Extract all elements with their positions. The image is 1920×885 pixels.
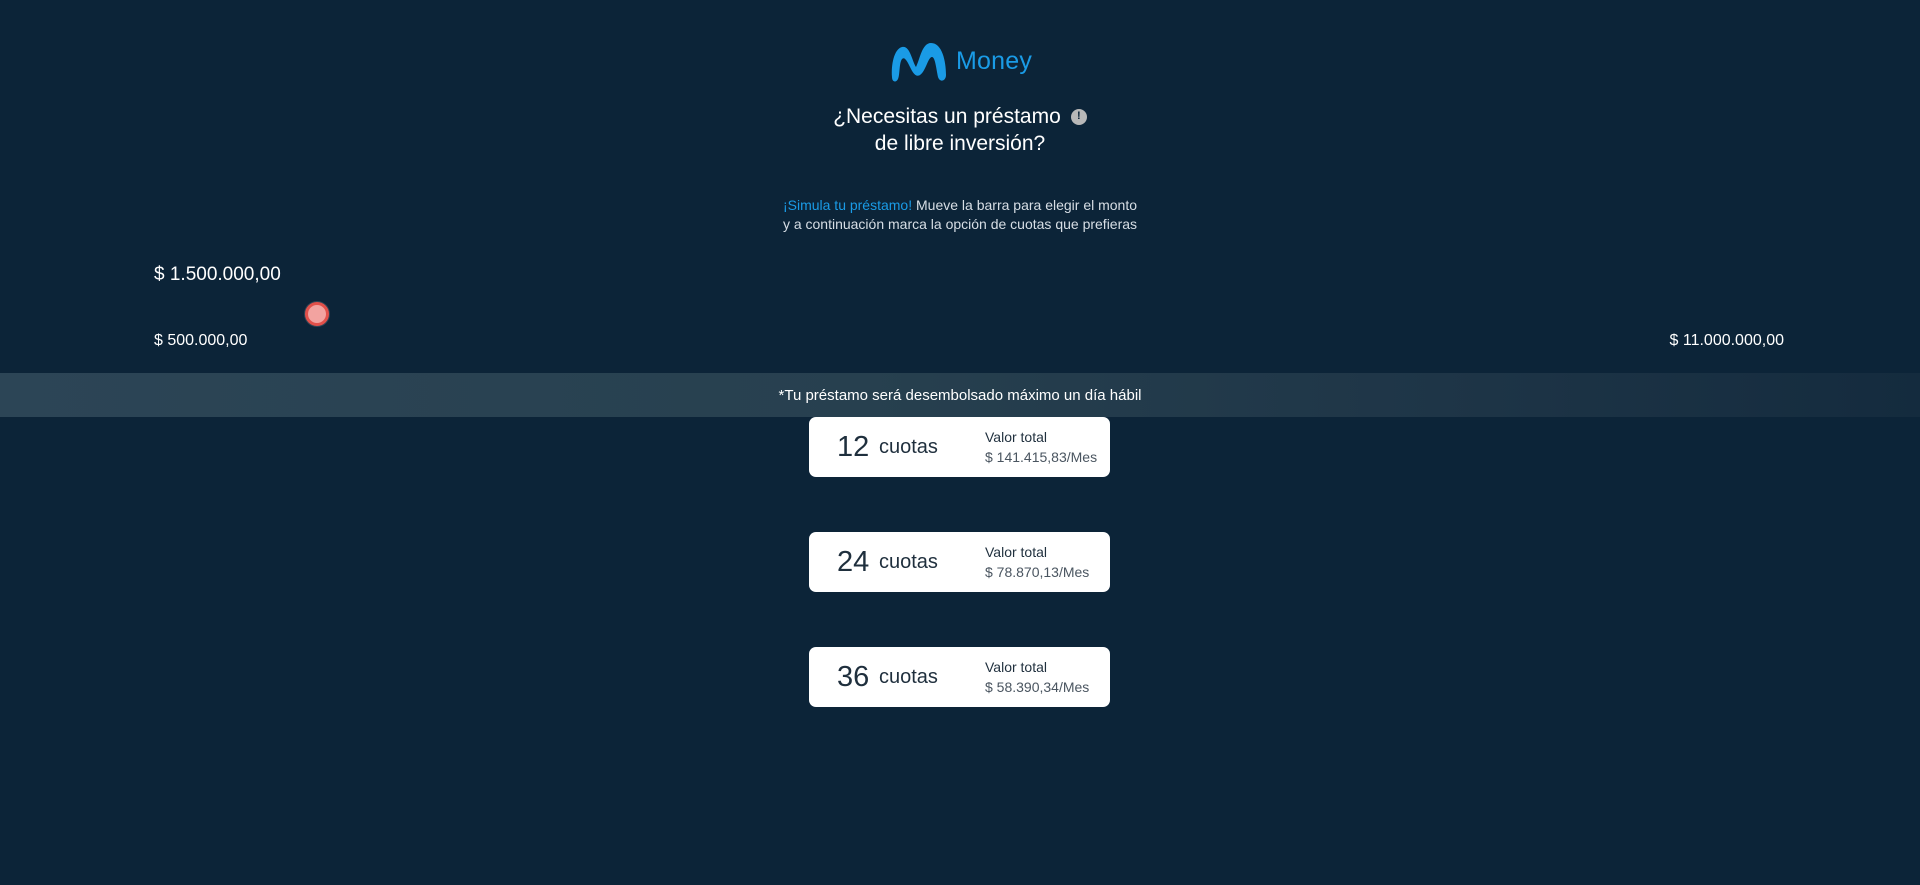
installment-count: 24 xyxy=(837,545,870,578)
installment-label: Valor total xyxy=(985,544,1047,560)
movistar-m-logo-icon xyxy=(891,43,946,82)
intro-text: ¡Simula tu préstamo! Mueve la barra para… xyxy=(700,196,1220,234)
slider-max-label: $ 11.000.000,00 xyxy=(1669,332,1784,349)
installment-unit: cuotas xyxy=(879,550,938,573)
brand-logo: Money xyxy=(888,36,1038,86)
intro-line-2: y a continuación marca la opción de cuot… xyxy=(782,216,1138,232)
loan-simulator-page: Money ¿Necesitas un préstamo ! de libre … xyxy=(0,0,1920,885)
installment-label: Valor total xyxy=(985,659,1047,675)
installment-info: Valor total $ 78.870,13/Mes xyxy=(985,542,1089,582)
installment-info: Valor total $ 141.415,83/Mes xyxy=(985,427,1097,467)
notice-text: *Tu préstamo será desembolsado máximo un… xyxy=(778,386,1142,404)
intro-line-1: Mueve la barra para elegir el monto xyxy=(912,197,1138,213)
amount-slider-thumb[interactable] xyxy=(305,302,329,326)
installment-option-12[interactable]: 12 cuotas Valor total $ 141.415,83/Mes xyxy=(809,417,1110,477)
disbursement-notice: *Tu préstamo será desembolsado máximo un… xyxy=(0,373,1920,417)
installment-value: $ 78.870,13/Mes xyxy=(985,564,1090,580)
brand-name: Money xyxy=(956,46,1033,75)
installment-value: $ 141.415,83/Mes xyxy=(985,449,1098,465)
installment-options: 12 cuotas Valor total $ 141.415,83/Mes 2… xyxy=(809,417,1110,762)
selected-amount: $ 1.500.000,00 xyxy=(154,264,281,285)
installment-label: Valor total xyxy=(985,429,1047,445)
installment-count: 12 xyxy=(837,430,870,463)
installment-info: Valor total $ 58.390,34/Mes xyxy=(985,657,1089,697)
installment-unit: cuotas xyxy=(879,665,938,688)
installment-option-24[interactable]: 24 cuotas Valor total $ 78.870,13/Mes xyxy=(809,532,1110,592)
info-icon[interactable]: ! xyxy=(1070,108,1087,125)
page-title: ¿Necesitas un préstamo ! de libre invers… xyxy=(760,103,1160,157)
amount-slider-track[interactable] xyxy=(154,311,1784,317)
installment-unit: cuotas xyxy=(879,435,938,458)
intro-highlight: ¡Simula tu préstamo! xyxy=(782,197,913,213)
title-line-2: de libre inversión? xyxy=(874,132,1046,155)
installment-option-36[interactable]: 36 cuotas Valor total $ 58.390,34/Mes xyxy=(809,647,1110,707)
title-line-1: ¿Necesitas un préstamo xyxy=(833,105,1061,128)
slider-min-label: $ 500.000,00 xyxy=(154,332,248,349)
installment-count: 36 xyxy=(837,660,870,693)
installment-value: $ 58.390,34/Mes xyxy=(985,679,1090,695)
